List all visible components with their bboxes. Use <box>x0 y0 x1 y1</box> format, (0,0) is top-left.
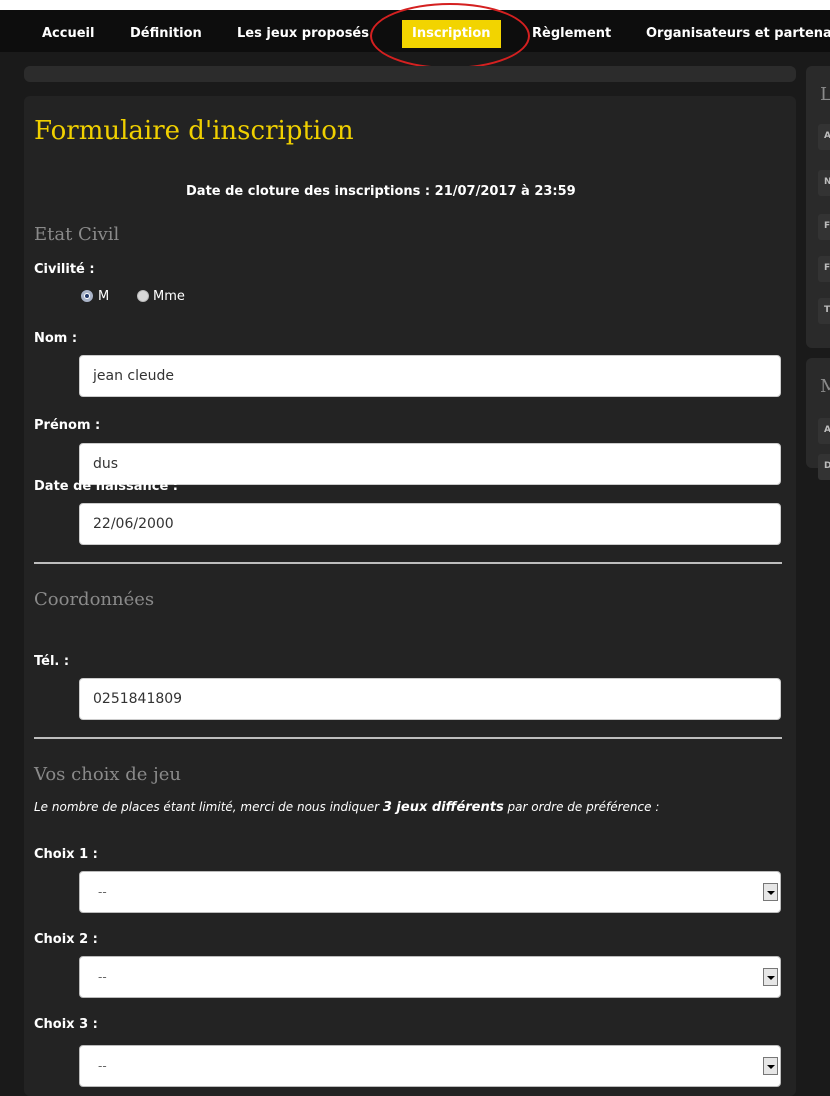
sidebar-row-label: F <box>824 263 830 273</box>
sidebar-row[interactable]: N <box>818 170 830 196</box>
chevron-down-icon[interactable] <box>763 1057 778 1075</box>
prenom-label: Prénom : <box>34 418 101 433</box>
radio-m[interactable] <box>81 290 93 302</box>
section-choix-jeu: Vos choix de jeu <box>34 764 182 785</box>
date-naissance-input[interactable]: 22/06/2000 <box>79 503 781 545</box>
chevron-down-icon[interactable] <box>763 883 778 901</box>
choix-2-value: -- <box>98 970 107 984</box>
chevron-down-icon[interactable] <box>763 968 778 986</box>
choix-intro-text: Le nombre de places étant limité, merci … <box>34 800 383 814</box>
main-nav: Accueil Définition Les jeux proposés Ins… <box>0 10 830 52</box>
radio-m-label: M <box>98 289 110 304</box>
tel-label: Tél. : <box>34 654 70 669</box>
sidebar-row-label: A <box>824 425 830 435</box>
sidebar-box-1-title: L <box>820 84 830 105</box>
divider <box>34 737 782 739</box>
nav-accueil[interactable]: Accueil <box>36 20 100 48</box>
radio-mme-label: Mme <box>153 289 185 304</box>
nom-input[interactable]: jean cleude <box>79 355 781 397</box>
date-naissance-label: Date de naissance : <box>34 479 179 494</box>
sidebar-row-label: F <box>824 221 830 231</box>
sidebar-row[interactable]: D <box>818 454 830 480</box>
nav-jeux-proposes[interactable]: Les jeux proposés <box>231 20 375 48</box>
sidebar-box-2-title: M <box>820 376 830 397</box>
choix-intro-text-end: par ordre de préférence : <box>503 800 660 814</box>
divider <box>34 562 782 564</box>
sidebar-row-label: D <box>824 461 830 471</box>
choix-2-label: Choix 2 : <box>34 932 98 947</box>
sidebar-row[interactable]: T <box>818 298 830 324</box>
breadcrumb-bar <box>24 66 796 82</box>
sidebar-box-1: L A N F F T <box>806 66 830 348</box>
top-strip <box>0 0 830 10</box>
page-title: Formulaire d'inscription <box>34 116 354 146</box>
nav-inscription[interactable]: Inscription <box>402 20 501 48</box>
choix-3-label: Choix 3 : <box>34 1017 98 1032</box>
nav-reglement[interactable]: Règlement <box>526 20 617 48</box>
nav-organisateurs[interactable]: Organisateurs et partenaires <box>640 20 830 48</box>
choix-2-select[interactable]: -- <box>79 956 781 998</box>
section-etat-civil: Etat Civil <box>34 224 120 245</box>
choix-3-value: -- <box>98 1059 107 1073</box>
section-coordonnees: Coordonnées <box>34 589 155 610</box>
sidebar-row[interactable]: A <box>818 124 830 150</box>
civilite-label: Civilité : <box>34 262 95 277</box>
sidebar-row[interactable]: F <box>818 256 830 282</box>
sidebar-row-label: T <box>824 305 830 315</box>
choix-1-label: Choix 1 : <box>34 847 98 862</box>
prenom-input[interactable]: dus <box>79 443 781 485</box>
sidebar-row[interactable]: A <box>818 418 830 444</box>
sidebar-box-2: M A D <box>806 358 830 480</box>
choix-1-value: -- <box>98 885 107 899</box>
choix-intro-bold: 3 jeux différents <box>382 800 504 815</box>
tel-input[interactable]: 0251841809 <box>79 678 781 720</box>
sidebar-row-label: A <box>824 131 830 141</box>
sidebar-row[interactable]: F <box>818 214 830 240</box>
radio-mme[interactable] <box>137 290 149 302</box>
choix-intro: Le nombre de places étant limité, merci … <box>34 800 659 815</box>
choix-1-select[interactable]: -- <box>79 871 781 913</box>
choix-3-select[interactable]: -- <box>79 1045 781 1087</box>
deadline-text: Date de cloture des inscriptions : 21/07… <box>186 184 576 199</box>
nav-definition[interactable]: Définition <box>124 20 208 48</box>
sidebar-row-label: N <box>824 177 830 187</box>
nom-label: Nom : <box>34 331 78 346</box>
